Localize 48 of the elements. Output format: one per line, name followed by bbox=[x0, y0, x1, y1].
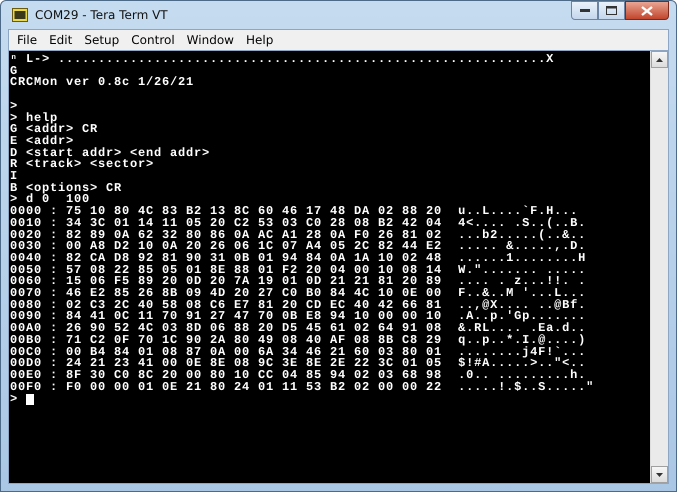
scroll-down-button[interactable] bbox=[651, 466, 668, 483]
menu-item[interactable]: Window bbox=[180, 33, 240, 47]
terminal-line: 00D0 : 24 21 23 41 00 0E 8E 08 9C 3E 8E 2E 22 3C 01 05 $!#A.....>.."<.. bbox=[10, 358, 586, 370]
terminal-line: 0060 : 15 06 F5 89 20 0D 20 7A 19 01 0D 21 21 81 20 89 .... . z...!!. . bbox=[10, 276, 586, 288]
terminal-line: D <start addr> <end addr> bbox=[10, 148, 210, 160]
menu-item[interactable]: Setup bbox=[78, 33, 126, 47]
terminal-line: 0070 : 46 E2 85 26 8B 09 4D 20 27 C0 B0 84 4C 10 0E 00 F..&..M '...L... bbox=[10, 288, 586, 300]
terminal-line: 0090 : 84 41 0C 11 70 91 27 47 70 0B E8 94 10 00 00 10 .A..p.'Gp....... bbox=[10, 311, 586, 324]
terminal-line: 0040 : 82 CA D8 92 81 90 31 0B 01 94 84 0A 1A 10 02 48 ......1........H bbox=[10, 252, 586, 265]
triangle-down-icon bbox=[656, 472, 663, 476]
maximize-button[interactable] bbox=[598, 1, 625, 20]
close-button[interactable] bbox=[625, 1, 669, 20]
terminal-line: 0020 : 82 89 0A 62 32 80 86 0A AC A1 28 0A F0 26 81 02 ...b2.....(..&.. bbox=[10, 230, 586, 242]
scroll-up-button[interactable] bbox=[651, 51, 668, 68]
terminal-line: 00F0 : F0 00 00 01 0E 21 80 24 01 11 53 B2 02 00 00 22 .....!.$..S....." bbox=[10, 382, 594, 394]
terminal-line: 00A0 : 26 90 52 4C 03 8D 06 88 20 D5 45 61 02 64 91 08 &.RL.... .Ea.d.. bbox=[10, 323, 586, 335]
terminal-line: 00E0 : 8F 30 C0 8C 20 00 80 10 CC 04 85 94 02 03 68 98 .0.. .........h. bbox=[10, 370, 586, 382]
terminal-line: R <track> <sector> bbox=[10, 159, 154, 172]
terminal-line: > d 0 100 bbox=[10, 194, 90, 206]
terminal-line: G bbox=[10, 66, 18, 78]
terminal-line: 0080 : 02 C3 2C 40 58 08 C6 E7 81 20 CD EC 40 42 66 81 ..,@X.... ..@Bf. bbox=[10, 300, 586, 312]
scrollbar[interactable] bbox=[650, 51, 668, 483]
close-icon bbox=[641, 6, 653, 16]
terminal-line: G <addr> CR bbox=[10, 124, 98, 136]
window-title: COM29 - Tera Term VT bbox=[35, 8, 168, 22]
maximize-icon bbox=[606, 6, 617, 15]
terminal-line: > bbox=[10, 394, 18, 406]
terminal-line: > help bbox=[10, 112, 58, 124]
terminal-line: > bbox=[10, 100, 18, 112]
terminal-line: 0030 : 00 A8 D2 10 0A 20 26 06 1C 07 A4 05 2C 82 44 E2 ..... &.....,.D. bbox=[10, 241, 586, 253]
terminal-line: I bbox=[10, 171, 18, 183]
terminal-line: 00B0 : 71 C2 0F 70 1C 90 2A 80 49 08 40 AF 08 8B C8 29 q..p..*.I.@....) bbox=[10, 334, 586, 347]
terminal-line: 0010 : 34 3C 01 14 11 05 20 C2 53 03 C0 28 08 B2 42 04 4<.... .S..(..B. bbox=[10, 218, 586, 230]
menu-item[interactable]: Control bbox=[125, 33, 181, 47]
terminal-line: ⁿ L-> .............................................................X bbox=[10, 54, 554, 66]
terminal-line: 0050 : 57 08 22 85 05 01 8E 88 01 F2 20 04 00 10 08 14 W."....... ..... bbox=[10, 264, 586, 276]
menu-item[interactable]: Edit bbox=[43, 33, 78, 47]
terminal-line: B <options> CR bbox=[10, 182, 122, 194]
menu-item[interactable]: File bbox=[11, 33, 44, 47]
terminal-line: CRCMon ver 0.8c 1/26/21 bbox=[10, 77, 194, 90]
terminal-line: 00C0 : 00 B4 84 01 08 87 0A 00 6A 34 46 21 60 03 80 01 ........j4F!`... bbox=[10, 346, 586, 358]
terminal-line: 0000 : 75 10 80 4C 83 B2 13 8C 60 46 17 48 DA 02 88 20 u..L....`F.H... bbox=[10, 206, 578, 218]
menu-item[interactable]: Help bbox=[240, 33, 280, 47]
triangle-up-icon bbox=[656, 58, 663, 62]
terminal-app-icon bbox=[12, 8, 28, 22]
minimize-button[interactable] bbox=[571, 1, 598, 20]
minimize-icon bbox=[580, 8, 590, 12]
terminal-line: E <addr> bbox=[10, 136, 74, 148]
